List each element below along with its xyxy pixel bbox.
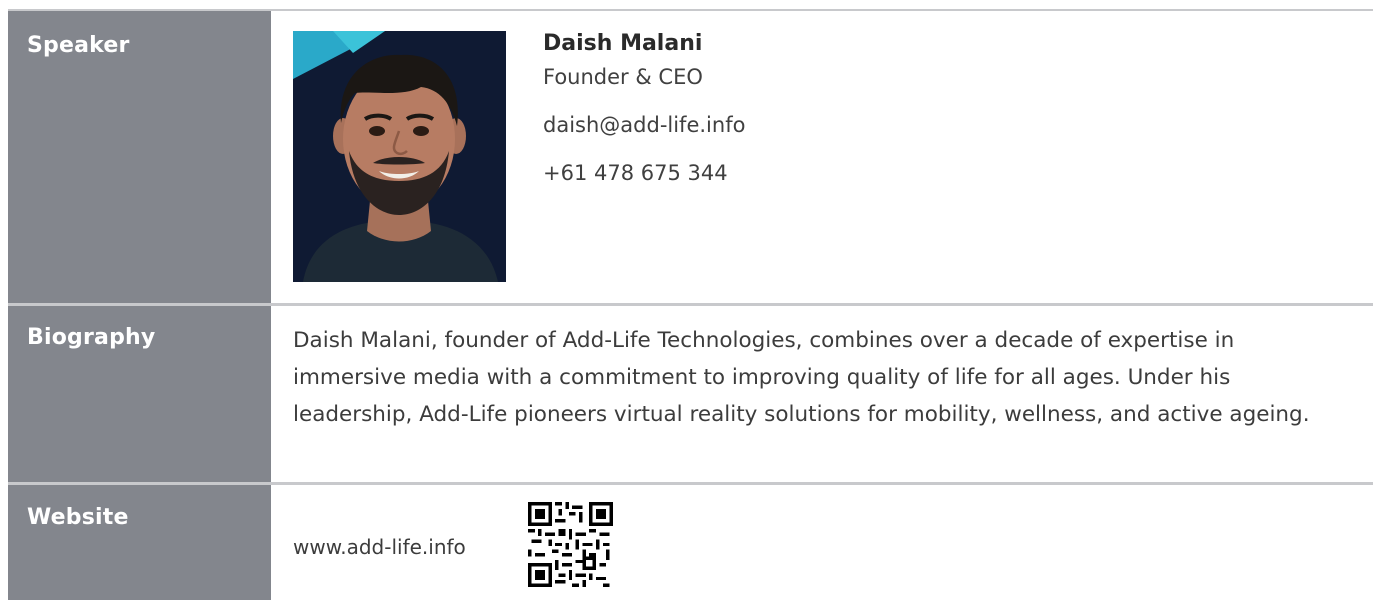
biography-row: Biography Daish Malani, founder of Add-L…	[8, 306, 1373, 482]
speaker-portrait-image	[293, 31, 506, 282]
speaker-name: Daish Malani	[543, 31, 703, 56]
speaker-details: Daish Malani Founder & CEO daish@add-lif…	[543, 30, 745, 188]
biography-label: Biography	[27, 325, 156, 350]
speaker-photo	[293, 31, 506, 282]
biography-label-cell: Biography	[8, 306, 271, 482]
qr-code-icon	[528, 502, 613, 587]
speaker-email[interactable]: daish@add-life.info	[543, 110, 745, 140]
website-label: Website	[27, 505, 129, 530]
website-label-cell: Website	[8, 485, 271, 600]
speaker-title: Founder & CEO	[543, 65, 703, 89]
speaker-label-cell: Speaker	[8, 11, 271, 303]
speaker-label: Speaker	[27, 33, 130, 58]
speaker-profile-sheet: Speaker Daish Malani Founder & CEO daish…	[0, 0, 1373, 600]
speaker-phone: +61 478 675 344	[543, 161, 728, 185]
biography-text: Daish Malani, founder of Add-Life Techno…	[293, 328, 1310, 427]
website-row: Website www.add-life.info	[8, 485, 1373, 600]
website-url[interactable]: www.add-life.info	[293, 535, 466, 559]
